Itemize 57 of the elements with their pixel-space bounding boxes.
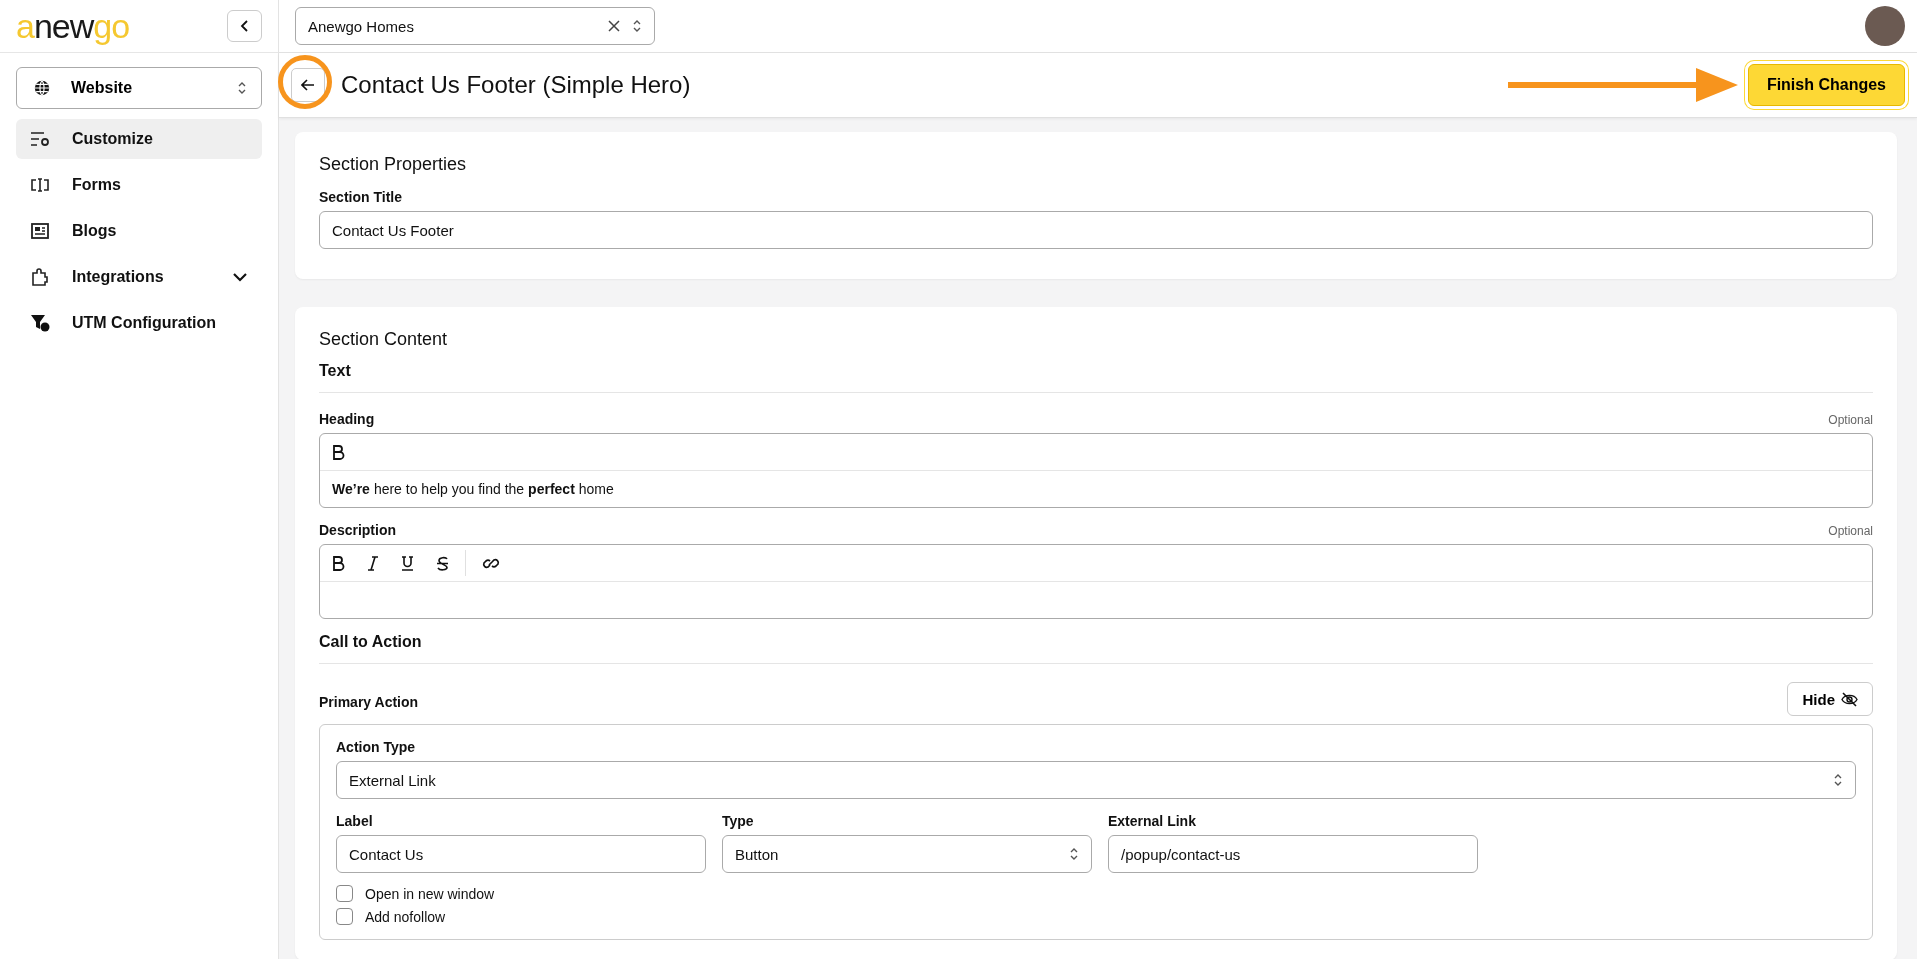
anewgo-logo: anewgo bbox=[16, 9, 130, 43]
bold-icon[interactable] bbox=[332, 444, 345, 460]
strikethrough-icon[interactable] bbox=[436, 555, 449, 571]
sidebar-item[interactable]: Blogs bbox=[16, 211, 262, 251]
card-title: Section Content bbox=[319, 329, 449, 350]
field-label: Label bbox=[336, 813, 374, 829]
sidebar-item[interactable]: Forms bbox=[16, 165, 262, 205]
sidebar-item[interactable]: Integrations bbox=[16, 257, 262, 297]
app-select[interactable]: Website bbox=[16, 67, 262, 109]
group-heading: Text bbox=[319, 362, 352, 380]
field-label: Type bbox=[722, 813, 755, 829]
field-label: Action Type bbox=[336, 739, 417, 755]
checkbox-label: Add nofollow bbox=[365, 908, 446, 925]
highlight-circle bbox=[278, 55, 332, 109]
italic-icon[interactable] bbox=[367, 555, 379, 571]
text-field-icon bbox=[30, 176, 50, 194]
field-label: Heading bbox=[319, 411, 375, 427]
arrow-left-icon bbox=[301, 79, 315, 91]
checkbox[interactable] bbox=[336, 908, 353, 925]
newspaper-icon bbox=[30, 222, 50, 240]
sort-icon bbox=[1069, 846, 1079, 862]
filter-icon bbox=[30, 314, 50, 332]
field-label: Description bbox=[319, 522, 396, 538]
action-type-select[interactable]: External Link bbox=[336, 761, 1856, 799]
sort-icon bbox=[1833, 772, 1843, 788]
underline-icon[interactable] bbox=[401, 555, 414, 571]
text-field[interactable]: /popup/contact-us bbox=[1108, 835, 1478, 873]
sliders-icon bbox=[30, 130, 50, 148]
bold-icon[interactable] bbox=[332, 555, 345, 571]
puzzle-icon bbox=[30, 268, 50, 286]
section-title-field[interactable]: Contact Us Footer bbox=[319, 211, 1873, 249]
field-label: Section Title bbox=[319, 189, 403, 205]
optional-label: Optional bbox=[1828, 524, 1873, 538]
close-icon[interactable] bbox=[608, 20, 620, 32]
type-select[interactable]: Button bbox=[722, 835, 1092, 873]
field-label: External Link bbox=[1108, 813, 1197, 829]
sidebar-item[interactable]: Customize bbox=[16, 119, 262, 159]
field-label: Primary Action bbox=[319, 694, 419, 710]
community-select[interactable]: Anewgo Homes bbox=[295, 7, 655, 45]
sidebar-item[interactable]: UTM Configuration bbox=[16, 303, 262, 343]
chevron-left-icon bbox=[239, 19, 250, 33]
card-title: Section Properties bbox=[319, 154, 468, 175]
sort-icon bbox=[237, 80, 247, 96]
eye-slash-icon bbox=[1841, 691, 1858, 707]
sort-icon bbox=[632, 18, 642, 34]
back-button[interactable] bbox=[291, 68, 325, 102]
optional-label: Optional bbox=[1828, 413, 1873, 427]
collapse-sidebar-button[interactable] bbox=[227, 10, 262, 42]
checkbox-label: Open in new window bbox=[365, 885, 495, 902]
heading-editor[interactable]: We’re here to help you find the perfect home bbox=[319, 433, 1873, 508]
globe-icon bbox=[33, 79, 51, 97]
text-field[interactable]: Contact Us bbox=[336, 835, 706, 873]
group-heading: Call to Action bbox=[319, 633, 423, 651]
hide-button[interactable]: Hide bbox=[1787, 682, 1873, 716]
page-title: Contact Us Footer (Simple Hero) bbox=[341, 71, 692, 99]
checkbox[interactable] bbox=[336, 885, 353, 902]
user-avatar[interactable] bbox=[1865, 6, 1905, 46]
